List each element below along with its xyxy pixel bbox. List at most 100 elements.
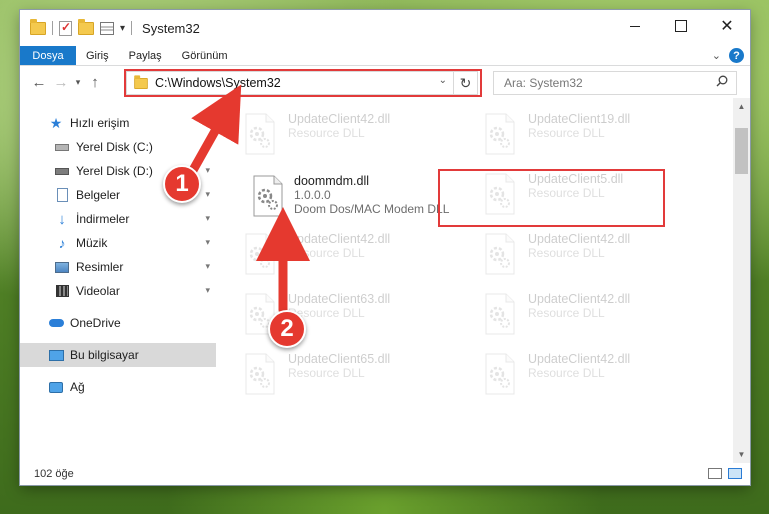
- sidebar-item-label: Yerel Disk (D:): [76, 164, 153, 178]
- tab-file[interactable]: Dosya: [20, 46, 76, 65]
- sidebar-item-network[interactable]: Ağ: [20, 375, 216, 399]
- file-name: UpdateClient42.dll: [528, 352, 631, 366]
- tiles-view-icon[interactable]: [728, 468, 742, 479]
- scroll-thumb[interactable]: [735, 128, 748, 174]
- dll-file-icon: [240, 112, 280, 156]
- scroll-up-icon[interactable]: ▲: [733, 98, 750, 115]
- file-type: Resource DLL: [288, 306, 365, 320]
- file-name: doommdm.dll: [294, 174, 370, 188]
- ribbon-right: ⌄ ?: [712, 48, 744, 63]
- customize-toolbar-chevron-icon[interactable]: ▾: [120, 23, 125, 34]
- window-title: System32: [142, 20, 200, 36]
- folder-icon: [30, 18, 46, 35]
- file-type: Resource DLL: [288, 126, 365, 140]
- maximize-button[interactable]: [658, 10, 704, 42]
- file-name: UpdateClient42.dll: [528, 232, 631, 246]
- network-icon: [48, 380, 64, 394]
- chevron-down-icon[interactable]: ⌄: [712, 49, 721, 62]
- search-box[interactable]: Ara: System32: [493, 71, 737, 95]
- view-properties-icon[interactable]: [100, 21, 114, 35]
- dll-file-icon: [480, 352, 520, 396]
- forward-arrow-icon[interactable]: →: [50, 74, 72, 91]
- search-icon[interactable]: [716, 75, 728, 87]
- properties-check-icon[interactable]: [59, 20, 72, 36]
- dll-file-icon: [480, 232, 520, 276]
- pin-icon[interactable]: ▾: [205, 261, 210, 272]
- file-name: UpdateClient42.dll: [528, 292, 631, 306]
- pin-icon[interactable]: ▾: [205, 141, 210, 152]
- pictures-icon: [54, 260, 70, 274]
- tab-share[interactable]: Paylaş: [119, 46, 172, 65]
- sidebar-item-music[interactable]: ♪ Müzik ▾: [20, 231, 216, 255]
- search-input[interactable]: Ara: System32: [504, 76, 583, 90]
- file-item[interactable]: UpdateClient42.dll Resource DLL: [480, 292, 680, 338]
- sidebar-item-quick-access[interactable]: ★ Hızlı erişim: [20, 111, 216, 135]
- sidebar-item-label: Müzik: [76, 236, 108, 250]
- separator: [131, 21, 133, 35]
- dll-file-icon: [480, 292, 520, 336]
- pin-icon[interactable]: ▾: [205, 165, 210, 176]
- address-path[interactable]: C:\Windows\System32: [155, 76, 281, 90]
- sidebar-item-label: Yerel Disk (C:): [76, 140, 153, 154]
- file-item[interactable]: UpdateClient42.dll Resource DLL: [240, 112, 440, 158]
- address-bar[interactable]: C:\Windows\System32 ⌄ ↻: [126, 71, 478, 95]
- sidebar-item-drive-c[interactable]: Yerel Disk (C:) ▾: [20, 135, 216, 159]
- sidebar-item-downloads[interactable]: ↓ İndirmeler ▾: [20, 207, 216, 231]
- file-name: UpdateClient42.dll: [288, 232, 391, 246]
- file-item[interactable]: UpdateClient42.dll Resource DLL: [240, 232, 440, 278]
- file-type: Resource DLL: [528, 306, 605, 320]
- file-name: UpdateClient42.dll: [288, 112, 391, 126]
- sidebar-item-label: OneDrive: [70, 316, 121, 330]
- pin-icon[interactable]: ▾: [205, 285, 210, 296]
- vertical-scrollbar[interactable]: ▲ ▼: [733, 98, 750, 463]
- step-1-badge: 1: [163, 165, 201, 203]
- music-icon: ♪: [58, 235, 66, 251]
- sidebar-item-videos[interactable]: Videolar ▾: [20, 279, 216, 303]
- sidebar-item-label: Belgeler: [76, 188, 121, 202]
- dll-file-icon: [240, 232, 280, 276]
- file-name: UpdateClient19.dll: [528, 112, 631, 126]
- quick-access-toolbar: ▾: [20, 18, 133, 36]
- close-button[interactable]: ✕: [704, 10, 750, 42]
- new-folder-icon[interactable]: [78, 18, 94, 35]
- file-item[interactable]: UpdateClient19.dll Resource DLL: [480, 112, 680, 158]
- navigation-bar: ← → ▾ ↑ C:\Windows\System32 ⌄ ↻ Ara: Sys…: [20, 66, 750, 98]
- file-name: UpdateClient65.dll: [288, 352, 391, 366]
- file-item[interactable]: UpdateClient42.dll Resource DLL: [480, 232, 680, 278]
- file-item[interactable]: UpdateClient65.dll Resource DLL: [240, 352, 440, 398]
- pin-icon[interactable]: ▾: [205, 189, 210, 200]
- sidebar-item-label: İndirmeler: [76, 212, 130, 226]
- sidebar-item-label: Ağ: [70, 380, 85, 394]
- view-switcher: [708, 468, 742, 479]
- navigation-pane: ★ Hızlı erişim Yerel Disk (C:) ▾ Yerel D…: [20, 98, 216, 463]
- sidebar-item-this-pc[interactable]: Bu bilgisayar: [20, 343, 216, 367]
- file-version: 1.0.0.0: [294, 188, 331, 202]
- selected-file-item[interactable]: doommdm.dll 1.0.0.0 Doom Dos/MAC Modem D…: [248, 174, 470, 220]
- minimize-button[interactable]: [612, 10, 658, 42]
- pin-icon[interactable]: ▾: [205, 213, 210, 224]
- status-bar: 102 öğe: [20, 463, 750, 485]
- sidebar-item-onedrive[interactable]: OneDrive: [20, 311, 216, 335]
- file-type: Resource DLL: [528, 366, 605, 380]
- recent-locations-chevron-icon[interactable]: ▾: [72, 77, 84, 88]
- sidebar-item-label: Resimler: [76, 260, 124, 274]
- file-item[interactable]: UpdateClient42.dll Resource DLL: [480, 352, 680, 398]
- tab-view[interactable]: Görünüm: [172, 46, 238, 65]
- dll-file-icon: [240, 352, 280, 396]
- tab-home[interactable]: Giriş: [76, 46, 119, 65]
- computer-icon: [48, 348, 64, 362]
- sidebar-item-label: Videolar: [76, 284, 120, 298]
- sidebar-item-pictures[interactable]: Resimler ▾: [20, 255, 216, 279]
- up-arrow-icon[interactable]: ↑: [84, 74, 106, 91]
- downloads-icon: ↓: [58, 210, 66, 228]
- back-arrow-icon[interactable]: ←: [28, 74, 50, 91]
- refresh-icon[interactable]: ↻: [453, 72, 477, 94]
- address-dropdown-chevron-icon[interactable]: ⌄: [439, 75, 447, 86]
- scroll-down-icon[interactable]: ▼: [733, 446, 750, 463]
- details-view-icon[interactable]: [708, 468, 722, 479]
- folder-icon: [134, 74, 148, 89]
- pin-icon[interactable]: ▾: [205, 237, 210, 248]
- title-bar: ▾ System32 ✕: [20, 10, 750, 46]
- file-type: Resource DLL: [528, 246, 605, 260]
- help-icon[interactable]: ?: [729, 48, 744, 63]
